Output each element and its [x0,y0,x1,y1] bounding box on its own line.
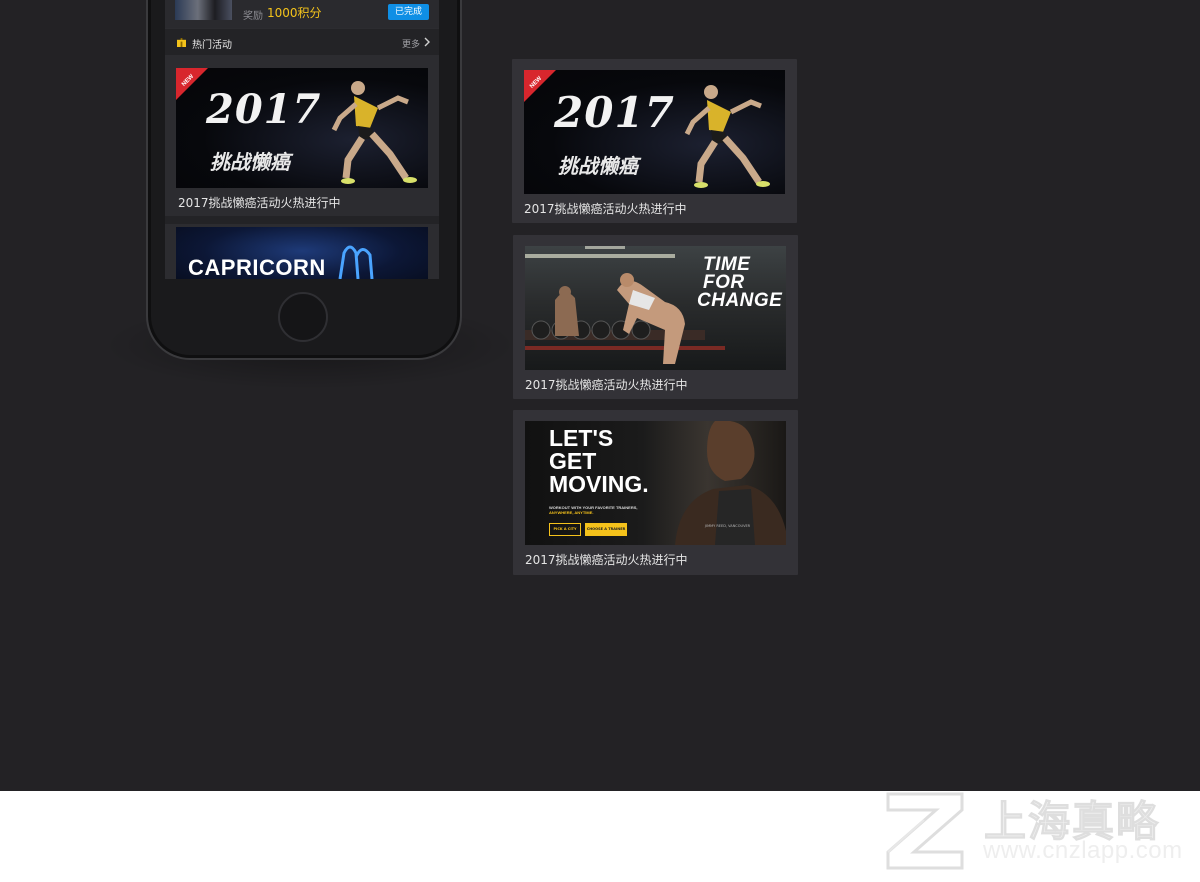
status-badge: 已完成 [388,4,429,20]
card-caption: 2017挑战懒癌活动火热进行中 [525,553,688,567]
pick-city-button: PICK A CITY [549,523,581,536]
banner-time-for-change: TIME FOR CHANGE [525,246,786,370]
banner-headline: TIME FOR CHANGE [697,255,782,310]
headline-line: LET'S [549,425,614,451]
banner-year: 2017 [554,88,675,137]
runner-figure [684,85,770,188]
activity-card[interactable]: NEW 2017 挑战懒癌 2017挑战懒癌活动火热进行中 [512,59,797,223]
task-thumbnail [175,0,232,20]
banner-tagline: WORKOUT WITH YOUR FAVORITE TRAINERS, ANY… [549,505,638,515]
new-ribbon: NEW [176,68,208,100]
section-header: 热门活动 更多 [165,29,439,55]
banner-headline: LET'S GET MOVING. [549,427,649,496]
activity-card[interactable]: TIME FOR CHANGE 2017挑战懒癌活动火热进行中 [513,235,798,399]
banner-2017: NEW 2017 挑战懒癌 [524,70,785,194]
headline-line: MOVING. [549,471,649,497]
phone-banner-capricorn[interactable]: CAPRICORN [176,227,428,279]
task-row[interactable]: 奖励 1000积分 已完成 [165,0,439,28]
chevron-right-icon[interactable] [423,37,431,47]
signature-caption: JIMMY REED, VANCOUVER [705,524,751,528]
capricorn-symbol [338,245,374,279]
card-caption: 2017挑战懒癌活动火热进行中 [178,196,341,210]
canvas: 奖励 1000积分 已完成 热门活动 更多 NEW 2017 挑战懒癌 2017… [0,0,1200,791]
phone-screen: 奖励 1000积分 已完成 热门活动 更多 NEW 2017 挑战懒癌 2017… [165,0,439,279]
gift-icon [177,38,186,47]
more-link[interactable]: 更多 [402,37,420,50]
card-caption: 2017挑战懒癌活动火热进行中 [525,378,688,392]
section-title: 热门活动 [192,40,232,51]
choose-trainer-button: CHOOSE A TRAINER [585,523,627,536]
phone-banner-2017[interactable]: NEW 2017 挑战懒癌 [176,68,428,188]
reward-value: 1000积分 [267,6,322,20]
card-divider [165,216,439,224]
banner-subtitle: 挑战懒癌 [210,150,290,174]
home-button[interactable] [278,292,328,342]
runner-figure [331,81,417,184]
card-caption: 2017挑战懒癌活动火热进行中 [524,202,687,216]
banner-year: 2017 [206,86,322,133]
tagline-highlight: ANYWHERE, ANYTIME. [549,510,594,515]
banner-subtitle: 挑战懒癌 [558,154,638,178]
new-ribbon: NEW [524,70,556,102]
reward-label: 奖励 [243,11,263,22]
banner-title: CAPRICORN [188,255,326,279]
watermark-url: www.cnzlapp.com [983,837,1183,864]
activity-card[interactable]: LET'S GET MOVING. WORKOUT WITH YOUR FAVO… [513,410,798,575]
watermark-logo [886,792,964,870]
headline-line: CHANGE [697,290,783,311]
headline-line: GET [549,448,597,474]
banner-lets-get-moving: LET'S GET MOVING. WORKOUT WITH YOUR FAVO… [525,421,786,545]
